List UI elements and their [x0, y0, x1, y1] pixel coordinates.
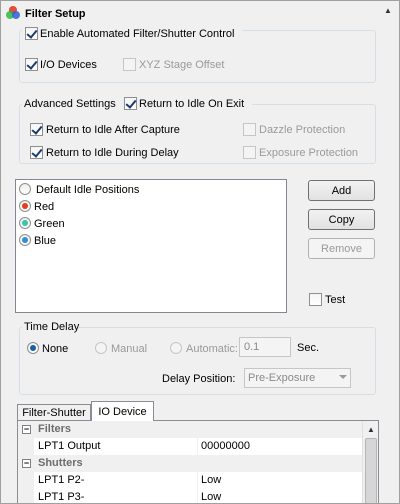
- lpt1-p3-name: LPT1 P3-: [38, 491, 85, 503]
- position-label-blue[interactable]: Blue: [34, 235, 56, 247]
- position-radio-default[interactable]: [19, 183, 31, 195]
- return-on-exit-checkbox[interactable]: [124, 97, 137, 110]
- lpt1-p3-row[interactable]: LPT1 P3- Low: [18, 489, 378, 503]
- copy-button[interactable]: Copy: [308, 209, 375, 230]
- tab-io-device[interactable]: IO Device: [91, 401, 154, 421]
- delay-position-select[interactable]: Pre-Exposure: [244, 368, 351, 388]
- io-devices-checkbox[interactable]: [25, 58, 38, 71]
- grid-vertical-scrollbar[interactable]: ▲: [362, 421, 378, 503]
- shutters-category-row[interactable]: − Shutters: [18, 455, 378, 472]
- delay-seconds-input[interactable]: 0.1: [239, 337, 291, 357]
- delay-none-label[interactable]: None: [42, 343, 68, 355]
- chevron-down-icon: [339, 375, 347, 379]
- delay-position-label: Delay Position:: [162, 373, 236, 385]
- tab-filter-shutter[interactable]: Filter-Shutter: [17, 404, 91, 420]
- collapse-filters-icon[interactable]: −: [22, 425, 31, 434]
- lpt1-output-name: LPT1 Output: [38, 440, 101, 452]
- panel-title: Filter Setup: [25, 8, 86, 20]
- position-label-red[interactable]: Red: [34, 201, 54, 213]
- dazzle-checkbox[interactable]: [243, 123, 256, 136]
- enable-auto-checkbox[interactable]: [25, 27, 38, 40]
- delay-manual-radio[interactable]: [95, 342, 107, 354]
- xyz-offset-checkbox[interactable]: [123, 58, 136, 71]
- lpt1-p3-value[interactable]: Low: [201, 491, 221, 503]
- during-delay-checkbox[interactable]: [30, 146, 43, 159]
- delay-position-value: Pre-Exposure: [248, 372, 316, 384]
- position-label-green[interactable]: Green: [34, 218, 65, 230]
- exposure-label[interactable]: Exposure Protection: [259, 147, 358, 159]
- after-capture-label[interactable]: Return to Idle After Capture: [46, 124, 180, 136]
- lpt1-p2-name: LPT1 P2-: [38, 474, 85, 486]
- shutters-category-label: Shutters: [38, 457, 83, 469]
- io-devices-label[interactable]: I/O Devices: [40, 59, 97, 71]
- remove-button[interactable]: Remove: [308, 238, 375, 259]
- grid-scroll-thumb[interactable]: [365, 438, 377, 503]
- grid-scroll-up-icon[interactable]: ▲: [365, 424, 377, 434]
- lpt1-output-value[interactable]: 00000000: [201, 440, 250, 452]
- delay-manual-label[interactable]: Manual: [111, 343, 147, 355]
- lpt1-output-row[interactable]: LPT1 Output 00000000: [18, 438, 378, 455]
- delay-none-radio[interactable]: [27, 342, 39, 354]
- scroll-up-arrow-icon[interactable]: ▲: [382, 5, 394, 15]
- delay-automatic-label[interactable]: Automatic:: [186, 343, 238, 355]
- enable-auto-label[interactable]: Enable Automated Filter/Shutter Control: [40, 28, 234, 40]
- time-delay-title: Time Delay: [24, 321, 80, 333]
- filter-setup-icon: [5, 5, 21, 21]
- collapse-shutters-icon[interactable]: −: [22, 459, 31, 468]
- dazzle-label[interactable]: Dazzle Protection: [259, 124, 345, 136]
- xyz-offset-label[interactable]: XYZ Stage Offset: [139, 59, 224, 71]
- position-label-default[interactable]: Default Idle Positions: [36, 184, 139, 196]
- lpt1-p2-row[interactable]: LPT1 P2- Low: [18, 472, 378, 489]
- filters-category-row[interactable]: − Filters: [18, 421, 378, 438]
- test-checkbox[interactable]: [309, 293, 322, 306]
- exposure-checkbox[interactable]: [243, 146, 256, 159]
- return-on-exit-label[interactable]: Return to Idle On Exit: [139, 98, 244, 110]
- during-delay-label[interactable]: Return to Idle During Delay: [46, 147, 179, 159]
- io-property-grid[interactable]: − Filters LPT1 Output 00000000 − Shutter…: [17, 420, 379, 504]
- add-button[interactable]: Add: [308, 180, 375, 201]
- position-radio-red[interactable]: [19, 200, 31, 212]
- test-label[interactable]: Test: [325, 294, 345, 306]
- delay-automatic-radio[interactable]: [170, 342, 182, 354]
- filters-category-label: Filters: [38, 423, 72, 435]
- position-radio-green[interactable]: [19, 217, 31, 229]
- advanced-settings-title: Advanced Settings: [24, 98, 116, 110]
- position-radio-blue[interactable]: [19, 234, 31, 246]
- lpt1-p2-value[interactable]: Low: [201, 474, 221, 486]
- delay-seconds-unit: Sec.: [297, 342, 320, 354]
- after-capture-checkbox[interactable]: [30, 123, 43, 136]
